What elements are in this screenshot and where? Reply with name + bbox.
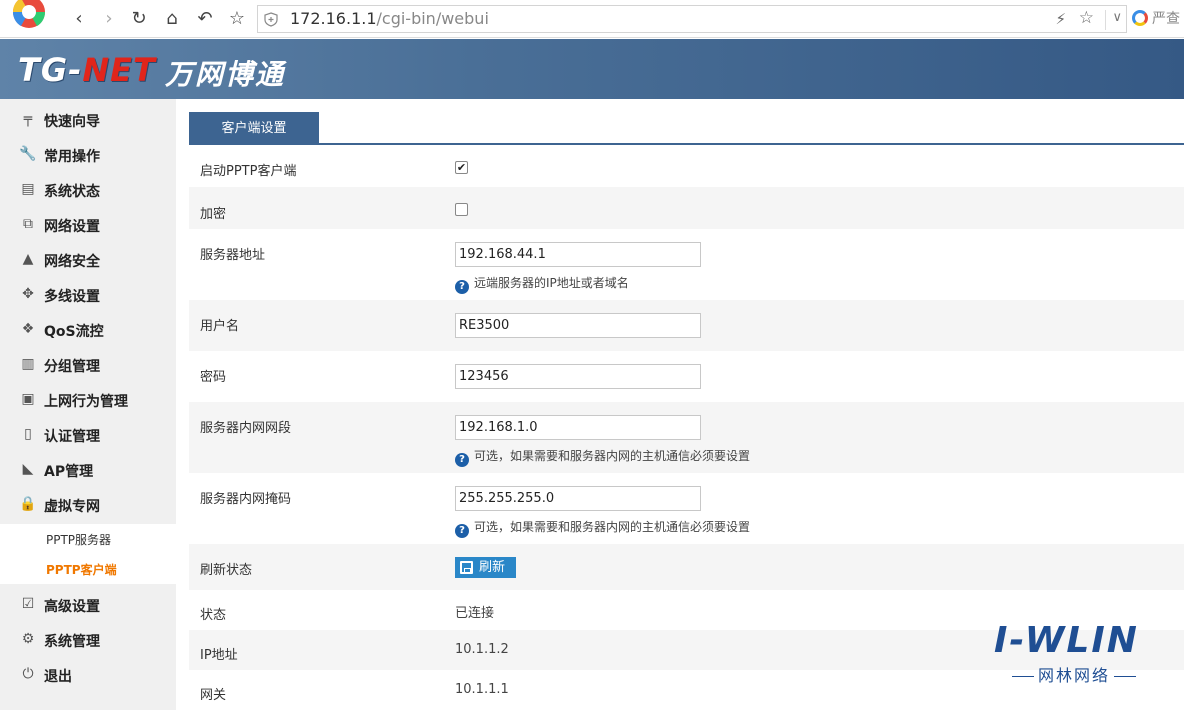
signpost-icon: ╤ <box>23 111 33 127</box>
row-enable-client: 启动PPTP客户端 ✔ <box>189 145 1184 187</box>
sidebar: ╤ 快速向导 🔧 常用操作 ▤ 系统状态 ⧉ 网络设置 ▲ 网络安全 ✥ 多线设… <box>0 99 176 710</box>
advanced-icon: ☑ <box>21 596 35 612</box>
row-password: 密码 123456 <box>189 351 1184 402</box>
encrypt-checkbox[interactable] <box>455 203 468 216</box>
bookmark-star-button[interactable]: ☆ <box>225 7 249 31</box>
gateway-value: 10.1.1.1 <box>455 682 509 697</box>
lan-segment-label: 服务器内网网段 <box>200 421 292 436</box>
gear-icon: ⚙ <box>21 631 35 647</box>
password-label: 密码 <box>200 370 227 385</box>
username-label: 用户名 <box>200 319 240 334</box>
group-icon: ▥ <box>21 356 35 372</box>
sidebar-item-vpn[interactable]: 🔒 虚拟专网 <box>0 486 176 521</box>
search-box[interactable]: 严查 <box>1132 8 1180 28</box>
sidebar-item-multiline[interactable]: ✥ 多线设置 <box>0 276 176 311</box>
forward-button[interactable]: › <box>97 7 121 31</box>
tab-client-settings[interactable]: 客户端设置 <box>189 112 319 144</box>
browser-toolbar: ‹ › ↻ ⌂ ↶ ☆ 172.16.1.1/cgi-bin/webui ⚡ ☆… <box>0 0 1184 38</box>
sidebar-item-network-settings[interactable]: ⧉ 网络设置 <box>0 206 176 241</box>
sidebar-item-logout[interactable]: ⏻ 退出 <box>0 656 176 691</box>
auth-icon: ▯ <box>24 426 32 442</box>
sidebar-subitem-pptp-client[interactable]: PPTP客户端 <box>46 561 117 578</box>
chevron-down-icon[interactable]: ∨ <box>1105 10 1122 30</box>
lan-segment-input[interactable]: 192.168.1.0 <box>455 415 701 440</box>
address-url: 172.16.1.1/cgi-bin/webui <box>290 9 489 28</box>
favorite-star-icon[interactable]: ☆ <box>1079 8 1094 28</box>
network-icon: ⧉ <box>23 216 33 232</box>
address-bar[interactable]: 172.16.1.1/cgi-bin/webui ⚡ ☆ ∨ <box>257 5 1127 33</box>
gateway-label: 网关 <box>200 688 227 703</box>
sidebar-item-behavior-mgmt[interactable]: ▣ 上网行为管理 <box>0 381 176 416</box>
server-address-hint: ? 远端服务器的IP地址或者域名 <box>455 274 629 294</box>
refresh-button[interactable]: 刷新 <box>455 557 516 578</box>
lan-mask-input[interactable]: 255.255.255.0 <box>455 486 701 511</box>
lan-segment-hint: ? 可选，如果需要和服务器内网的主机通信必须要设置 <box>455 447 750 467</box>
qos-icon: ❖ <box>21 321 35 337</box>
help-icon: ? <box>455 453 469 467</box>
sidebar-item-auth-mgmt[interactable]: ▯ 认证管理 <box>0 416 176 451</box>
multiline-icon: ✥ <box>22 286 34 302</box>
watermark-logo: I-WLIN 网林网络 <box>994 622 1154 688</box>
row-refresh-status: 刷新状态 刷新 <box>189 544 1184 590</box>
sidebar-item-system-status[interactable]: ▤ 系统状态 <box>0 171 176 206</box>
status-value: 已连接 <box>455 606 495 621</box>
sidebar-item-system-mgmt[interactable]: ⚙ 系统管理 <box>0 621 176 656</box>
brand-name-cn: 万网博通 <box>165 58 286 91</box>
row-encrypt: 加密 <box>189 187 1184 229</box>
username-input[interactable]: RE3500 <box>455 313 701 338</box>
sidebar-item-ap-mgmt[interactable]: ◣ AP管理 <box>0 451 176 486</box>
sidebar-item-network-security[interactable]: ▲ 网络安全 <box>0 241 176 276</box>
search-engine-icon <box>1132 10 1148 26</box>
server-address-input[interactable]: 192.168.44.1 <box>455 242 701 267</box>
enable-client-checkbox[interactable]: ✔ <box>455 161 468 174</box>
vpn-submenu: PPTP服务器 PPTP客户端 <box>0 524 176 584</box>
monitor-icon: ▤ <box>21 181 35 197</box>
lan-mask-label: 服务器内网掩码 <box>200 492 292 507</box>
lan-mask-hint: ? 可选，如果需要和服务器内网的主机通信必须要设置 <box>455 518 750 538</box>
lock-icon: 🔒 <box>19 496 37 512</box>
sidebar-item-qos[interactable]: ❖ QoS流控 <box>0 311 176 346</box>
save-icon <box>460 561 473 574</box>
sidebar-subitem-pptp-server[interactable]: PPTP服务器 <box>46 531 111 548</box>
sidebar-item-quick-wizard[interactable]: ╤ 快速向导 <box>0 101 176 136</box>
ip-address-label: IP地址 <box>200 648 238 663</box>
undo-button[interactable]: ↶ <box>193 7 217 31</box>
behavior-icon: ▣ <box>21 391 35 407</box>
ap-icon: ◣ <box>22 461 34 477</box>
back-button[interactable]: ‹ <box>67 7 91 31</box>
row-lan-segment: 服务器内网网段 192.168.1.0 ? 可选，如果需要和服务器内网的主机通信必… <box>189 402 1184 473</box>
server-address-label: 服务器地址 <box>200 248 266 263</box>
reload-button[interactable]: ↻ <box>127 7 151 31</box>
refresh-status-label: 刷新状态 <box>200 563 253 578</box>
browser-logo-icon <box>12 0 46 28</box>
wrench-icon: 🔧 <box>19 146 37 162</box>
password-input[interactable]: 123456 <box>455 364 701 389</box>
status-label: 状态 <box>200 608 227 623</box>
brand-logo: TG-NET <box>18 51 156 89</box>
encrypt-label: 加密 <box>200 207 227 222</box>
sidebar-item-common-ops[interactable]: 🔧 常用操作 <box>0 136 176 171</box>
logout-icon: ⏻ <box>22 666 34 682</box>
help-icon: ? <box>455 280 469 294</box>
header-banner: TG-NET 万网博通 <box>0 39 1184 99</box>
ip-address-value: 10.1.1.2 <box>455 642 509 657</box>
row-server-address: 服务器地址 192.168.44.1 ? 远端服务器的IP地址或者域名 <box>189 229 1184 300</box>
help-icon: ? <box>455 524 469 538</box>
sidebar-item-group-mgmt[interactable]: ▥ 分组管理 <box>0 346 176 381</box>
row-username: 用户名 RE3500 <box>189 300 1184 351</box>
row-lan-mask: 服务器内网掩码 255.255.255.0 ? 可选，如果需要和服务器内网的主机通… <box>189 473 1184 544</box>
enable-client-label: 启动PPTP客户端 <box>200 164 297 179</box>
sidebar-item-advanced[interactable]: ☑ 高级设置 <box>0 586 176 621</box>
home-button[interactable]: ⌂ <box>160 7 184 31</box>
firewall-icon: ▲ <box>22 251 34 267</box>
shield-icon <box>264 12 278 27</box>
bolt-icon[interactable]: ⚡ <box>1055 10 1066 28</box>
